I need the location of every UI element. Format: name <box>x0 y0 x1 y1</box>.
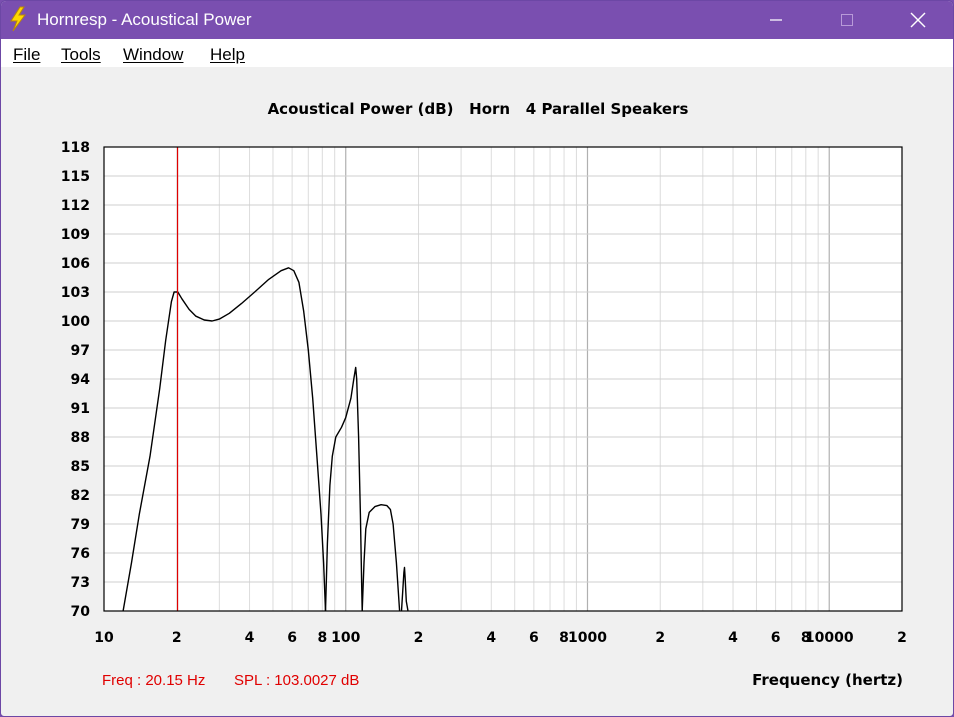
y-tick-label: 100 <box>61 314 90 330</box>
x-tick-label: 8 <box>317 630 327 646</box>
y-tick-label: 109 <box>61 227 90 243</box>
y-tick-label: 106 <box>61 256 90 272</box>
chart-title: Acoustical Power (dB) Horn 4 Parallel Sp… <box>268 100 689 118</box>
y-tick-label: 118 <box>61 140 90 156</box>
y-tick-label: 112 <box>61 198 90 214</box>
y-tick-label: 97 <box>71 343 90 359</box>
maximize-icon <box>841 14 853 26</box>
x-tick-label: 4 <box>245 630 255 646</box>
minimize-button[interactable] <box>753 1 799 39</box>
x-tick-label: 6 <box>771 630 781 646</box>
window-title: Hornresp - Acoustical Power <box>37 10 252 29</box>
lightning-bolt-icon <box>10 6 26 32</box>
menu-file[interactable]: File <box>13 45 40 65</box>
y-tick-label: 88 <box>71 430 90 446</box>
x-tick-label: 2 <box>172 630 182 646</box>
y-tick-label: 82 <box>71 488 90 504</box>
freq-readout: Freq : 20.15 Hz <box>102 672 205 689</box>
minimize-icon <box>770 19 782 21</box>
y-axis-ticks: 118 115 112 109 106 103 100 97 94 91 88 85 82 79 76 73 7… <box>61 140 90 620</box>
app-window: Hornresp - Acoustical Power File Tools W… <box>0 0 954 717</box>
y-tick-label: 94 <box>71 372 91 388</box>
y-tick-label: 103 <box>61 285 90 301</box>
title-bar[interactable]: Hornresp - Acoustical Power <box>1 1 953 39</box>
menu-window[interactable]: Window <box>123 45 183 65</box>
x-tick-label: 10 <box>94 630 114 646</box>
y-tick-label: 85 <box>71 459 90 475</box>
maximize-button[interactable] <box>824 1 870 39</box>
menu-bar: File Tools Window Help <box>1 39 953 67</box>
x-tick-label: 4 <box>486 630 496 646</box>
y-tick-label: 76 <box>71 546 90 562</box>
x-axis-ticks: 10 2 4 6 8 100 2 4 6 8 1000 2 4 6 810000 2 <box>94 630 907 646</box>
y-tick-label: 79 <box>71 517 90 533</box>
acoustical-power-chart[interactable]: Acoustical Power (dB) Horn 4 Parallel Sp… <box>1 67 953 716</box>
spl-readout: SPL : 103.0027 dB <box>234 672 359 689</box>
menu-tools[interactable]: Tools <box>61 45 101 65</box>
x-tick-label: 6 <box>287 630 297 646</box>
x-tick-label: 2 <box>655 630 665 646</box>
x-tick-label: 6 <box>529 630 539 646</box>
y-tick-label: 115 <box>61 169 90 185</box>
x-tick-label: 10000 <box>805 630 854 646</box>
close-icon <box>910 12 926 28</box>
y-tick-label: 70 <box>71 604 91 620</box>
x-tick-label: 2 <box>414 630 424 646</box>
x-tick-label: 4 <box>728 630 738 646</box>
menu-help[interactable]: Help <box>210 45 245 65</box>
x-tick-label: 1000 <box>568 630 607 646</box>
close-button[interactable] <box>895 1 941 39</box>
x-tick-label: 2 <box>897 630 907 646</box>
x-axis-label: Frequency (hertz) <box>752 671 903 689</box>
y-tick-label: 73 <box>71 575 90 591</box>
y-tick-label: 91 <box>71 401 90 417</box>
x-tick-label: 100 <box>331 630 360 646</box>
